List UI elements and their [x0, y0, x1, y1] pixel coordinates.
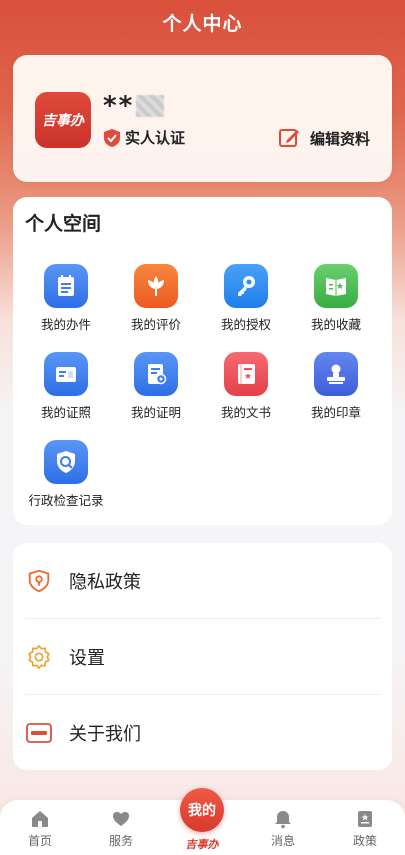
personal-space-card: 个人空间 我的办件 我的评价 我的授权 我的收藏 我的证照 我的证明 我的文书 …: [13, 197, 392, 525]
document-icon: [44, 264, 88, 308]
list-item-label: 设置: [69, 647, 105, 669]
personal-space-title: 个人空间: [25, 213, 102, 235]
list-item-privacy-policy[interactable]: 隐私政策: [13, 543, 392, 618]
grid-item-label: 我的办件: [40, 317, 91, 332]
grid-item-my-certificates[interactable]: 我的证明: [111, 352, 201, 421]
grid-item-my-favorites[interactable]: 我的收藏: [291, 264, 381, 333]
grid-item-label: 我的评价: [130, 317, 181, 332]
grid-item-label: 我的证照: [40, 405, 91, 420]
app-logo-text: 吉事办: [42, 113, 84, 129]
tab-label: 政策: [352, 834, 377, 848]
home-icon: [32, 811, 48, 827]
list-item-label: 隐私政策: [69, 571, 141, 593]
grid-item-my-authorization[interactable]: 我的授权: [201, 264, 291, 333]
app-logo-small-icon: [25, 719, 53, 747]
tab-mine[interactable]: 我的 吉事办: [176, 788, 228, 855]
book-icon: [314, 264, 358, 308]
edit-profile-button[interactable]: 编辑资料: [278, 127, 370, 149]
id-card-icon: [44, 352, 88, 396]
grid-item-inspection-records[interactable]: 行政检查记录: [21, 440, 111, 509]
flower-icon: [134, 264, 178, 308]
heart-hands-icon: [113, 812, 129, 826]
tab-messages[interactable]: 消息: [253, 800, 313, 855]
stamp-icon: [314, 352, 358, 396]
grid-item-label: 我的收藏: [310, 317, 361, 332]
tab-services[interactable]: 服务: [91, 800, 151, 855]
masked-name-blur: [136, 95, 165, 117]
gear-icon: [25, 643, 53, 671]
edit-profile-label: 编辑资料: [309, 129, 370, 148]
grid-item-label: 行政检查记录: [28, 493, 104, 508]
grid-item-label: 我的印章: [310, 405, 361, 420]
shield-check-icon: [104, 128, 120, 147]
real-name-verify-badge[interactable]: 实人认证: [103, 127, 185, 148]
grid-item-my-documents[interactable]: 我的文书: [201, 352, 291, 421]
edit-icon: [278, 129, 299, 147]
tab-home[interactable]: 首页: [10, 800, 70, 855]
mine-bubble-icon: 我的: [180, 788, 224, 832]
grid-item-label: 我的授权: [220, 317, 271, 332]
grid-item-my-reviews[interactable]: 我的评价: [111, 264, 201, 333]
tab-label: 服务: [108, 834, 133, 848]
tab-label: 首页: [27, 834, 52, 848]
key-icon: [224, 264, 268, 308]
username-text: **: [103, 91, 135, 121]
list-item-settings[interactable]: 设置: [13, 619, 392, 694]
verify-label: 实人认证: [125, 129, 186, 147]
list-item-about-us[interactable]: 关于我们: [13, 695, 392, 770]
mine-bubble-text: 我的: [188, 803, 216, 819]
policy-icon: [358, 811, 372, 827]
list-item-label: 关于我们: [69, 723, 141, 745]
grid-item-label: 我的证明: [130, 405, 181, 420]
grid-item-my-cases[interactable]: 我的办件: [21, 264, 111, 333]
inspection-shield-icon: [44, 440, 88, 484]
tab-label: 消息: [270, 834, 295, 848]
profile-card: 吉事办 ** 实人认证 编辑资料: [13, 55, 392, 182]
grid-item-my-licenses[interactable]: 我的证照: [21, 352, 111, 421]
certificate-icon: [134, 352, 178, 396]
bell-icon: [275, 811, 291, 829]
username: **: [103, 91, 165, 121]
notebook-icon: [224, 352, 268, 396]
tab-label: 吉事办: [185, 838, 219, 851]
settings-list-card: 隐私政策 设置 关于我们: [13, 543, 392, 770]
page-title: 个人中心: [162, 12, 243, 35]
grid-item-my-seals[interactable]: 我的印章: [291, 352, 381, 421]
tab-policy[interactable]: 政策: [335, 800, 395, 855]
app-logo[interactable]: 吉事办: [35, 92, 91, 148]
grid-item-label: 我的文书: [220, 405, 271, 420]
privacy-pin-icon: [25, 567, 53, 595]
